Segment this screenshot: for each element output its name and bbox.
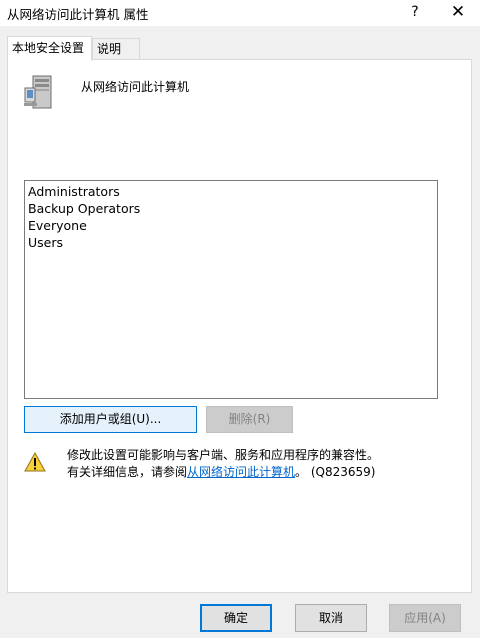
list-item[interactable]: Users	[28, 234, 437, 251]
tab-local-security-setting[interactable]: 本地安全设置	[7, 36, 92, 61]
list-item[interactable]: Administrators	[28, 183, 437, 200]
cancel-button[interactable]: 取消	[295, 604, 367, 632]
remove-button[interactable]: 删除(R)	[206, 406, 293, 433]
warning-prefix: 有关详细信息，请参阅	[67, 465, 188, 479]
warning-suffix: 。 (Q823659)	[295, 465, 376, 479]
window-title: 从网络访问此计算机 属性	[7, 7, 149, 22]
list-item[interactable]: Backup Operators	[28, 200, 437, 217]
server-computer-icon	[24, 75, 52, 109]
tab-panel: 从网络访问此计算机 Administrators Backup Operator…	[7, 59, 472, 593]
help-button[interactable]: ?	[395, 0, 435, 26]
title-bar: 从网络访问此计算机 属性 ? ✕	[0, 0, 480, 26]
add-user-or-group-button[interactable]: 添加用户或组(U)...	[24, 406, 197, 433]
tab-explain[interactable]: 说明	[92, 38, 140, 59]
warning-icon	[24, 452, 46, 472]
list-item[interactable]: Everyone	[28, 217, 437, 234]
apply-button[interactable]: 应用(A)	[389, 604, 461, 632]
policy-help-link[interactable]: 从网络访问此计算机	[187, 465, 295, 479]
accounts-listbox[interactable]: Administrators Backup Operators Everyone…	[24, 180, 438, 399]
policy-name: 从网络访问此计算机	[81, 80, 190, 94]
warning-message: 修改此设置可能影响与客户端、服务和应用程序的兼容性。 有关详细信息，请参阅从网络…	[67, 447, 379, 481]
close-button[interactable]: ✕	[438, 0, 478, 26]
warning-line-1: 修改此设置可能影响与客户端、服务和应用程序的兼容性。	[67, 448, 380, 462]
warning-line-2: 有关详细信息，请参阅从网络访问此计算机。 (Q823659)	[67, 464, 379, 481]
ok-button[interactable]: 确定	[200, 604, 272, 632]
